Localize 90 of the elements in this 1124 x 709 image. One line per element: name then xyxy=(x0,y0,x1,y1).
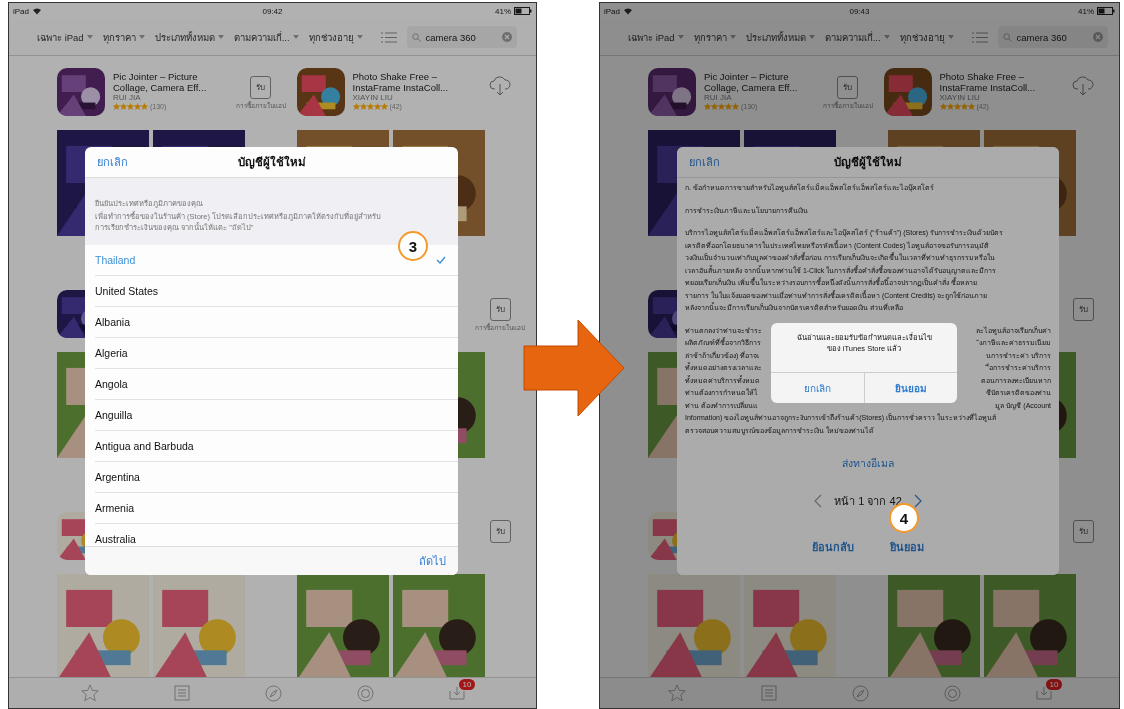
developer-name: XIAYIN LIU xyxy=(352,93,394,103)
previous-page-icon[interactable] xyxy=(814,494,823,508)
next-page-icon[interactable] xyxy=(913,494,922,508)
get-button[interactable]: รับ xyxy=(837,76,858,99)
wifi-icon xyxy=(623,7,633,15)
search-icon xyxy=(411,32,421,42)
compass-icon[interactable] xyxy=(851,684,869,702)
filter-dropdown[interactable]: ทุกราคา xyxy=(102,29,145,45)
caret-icon xyxy=(729,35,736,39)
app-title[interactable]: Photo Shake Free – xyxy=(939,71,1047,82)
country-option[interactable]: Angola xyxy=(95,369,458,400)
app-title[interactable]: Photo Shake Free – xyxy=(352,71,464,82)
next-button[interactable]: ถัดไป xyxy=(419,552,446,570)
filter-dropdown[interactable]: เฉพาะ iPad xyxy=(37,29,93,45)
country-option[interactable]: Argentina xyxy=(95,462,458,493)
caret-icon xyxy=(356,35,363,39)
battery-icon xyxy=(1097,7,1115,15)
get-button[interactable]: รับ xyxy=(489,298,511,321)
get-button[interactable]: รับ xyxy=(1072,298,1094,321)
battery-percent: 41% xyxy=(1078,6,1094,16)
country-option[interactable]: Anguilla xyxy=(95,400,458,431)
back-button[interactable]: ย้อนกลับ xyxy=(812,538,854,556)
coin-icon[interactable] xyxy=(943,684,961,702)
get-button[interactable]: รับ xyxy=(250,76,271,99)
filter-dropdown[interactable]: เฉพาะ iPad xyxy=(628,29,684,45)
app-title[interactable]: InstaFrame InstaColl... xyxy=(939,82,1047,93)
star-icon[interactable] xyxy=(80,684,99,702)
cloud-download-icon[interactable] xyxy=(489,76,511,96)
search-field[interactable]: camera 360 xyxy=(406,26,517,48)
country-option[interactable]: Albania xyxy=(95,307,458,338)
caret-icon xyxy=(217,35,224,39)
get-button[interactable]: รับ xyxy=(1072,520,1094,543)
star-icon[interactable] xyxy=(667,684,686,702)
tray-icon[interactable] xyxy=(1035,686,1052,700)
app-title[interactable]: Pic Jointer – Picture xyxy=(113,71,225,82)
checkmark-icon xyxy=(436,256,446,264)
cancel-button[interactable]: ยกเลิก xyxy=(771,373,864,403)
app-title[interactable]: Pic Jointer – Picture xyxy=(704,71,812,82)
clock-time: 09:42 xyxy=(262,6,283,16)
cloud-download-icon[interactable] xyxy=(1072,76,1094,96)
country-option[interactable]: Antigua and Barbuda xyxy=(95,431,458,462)
carrier-label: iPad xyxy=(13,6,29,16)
cancel-button[interactable]: ยกเลิก xyxy=(97,153,128,171)
clock-time: 09:43 xyxy=(849,6,870,16)
dialog-title: บัญชีผู้ใช้ใหม่ xyxy=(237,154,306,171)
caret-icon xyxy=(86,35,93,39)
country-option[interactable]: Armenia xyxy=(95,493,458,524)
filter-dropdown[interactable]: ทุกช่วงอายุ xyxy=(899,29,954,45)
agree-button[interactable]: ยินยอม xyxy=(890,538,924,556)
app-title[interactable]: InstaFrame InstaColl... xyxy=(352,82,464,93)
tray-icon[interactable] xyxy=(448,686,465,700)
caret-icon xyxy=(292,35,299,39)
app-title[interactable]: Collage, Camera Eff... xyxy=(113,82,225,93)
battery-icon xyxy=(514,7,532,15)
step-callout: 3 xyxy=(398,231,428,261)
filter-dropdown[interactable]: ประเภททั้งหมด xyxy=(745,29,815,45)
filter-dropdown[interactable]: ตามความเกี่... xyxy=(824,29,890,45)
coin-icon[interactable] xyxy=(356,684,374,702)
filter-dropdown[interactable]: ทุกราคา xyxy=(693,29,736,45)
search-field[interactable]: camera 360 xyxy=(997,26,1108,48)
developer-name: XIAYIN LIU xyxy=(939,93,981,103)
get-button[interactable]: รับ xyxy=(489,520,511,543)
list-icon[interactable] xyxy=(380,31,397,43)
caret-icon xyxy=(883,35,890,39)
search-icon xyxy=(1002,32,1012,42)
dialog-title: บัญชีผู้ใช้ใหม่ xyxy=(834,154,902,171)
filter-dropdown[interactable]: ทุกช่วงอายุ xyxy=(308,29,363,45)
update-badge: 10 xyxy=(458,679,476,690)
developer-name: RUI JIA xyxy=(113,93,142,103)
filter-dropdown[interactable]: ตามความเกี่... xyxy=(233,29,299,45)
country-option[interactable]: Algeria xyxy=(95,338,458,369)
agree-button[interactable]: ยินยอม xyxy=(863,373,957,403)
filter-dropdown[interactable]: ประเภททั้งหมด xyxy=(154,29,224,45)
cancel-button[interactable]: ยกเลิก xyxy=(689,153,720,171)
developer-name: RUI JIA xyxy=(704,93,733,103)
caret-icon xyxy=(677,35,684,39)
app-title[interactable]: Collage, Camera Eff... xyxy=(704,82,812,93)
wifi-icon xyxy=(32,7,42,15)
caret-icon xyxy=(947,35,954,39)
caret-icon xyxy=(808,35,815,39)
email-link[interactable]: ส่งทางอีเมล xyxy=(842,455,894,472)
list-icon[interactable] xyxy=(971,31,988,43)
battery-percent: 41% xyxy=(495,6,511,16)
update-badge: 10 xyxy=(1045,679,1063,690)
caret-icon xyxy=(138,35,145,39)
country-option[interactable]: United States xyxy=(95,276,458,307)
compass-icon[interactable] xyxy=(264,684,282,702)
clear-icon[interactable] xyxy=(501,32,512,42)
clear-icon[interactable] xyxy=(1092,32,1103,42)
carrier-label: iPad xyxy=(604,6,620,16)
